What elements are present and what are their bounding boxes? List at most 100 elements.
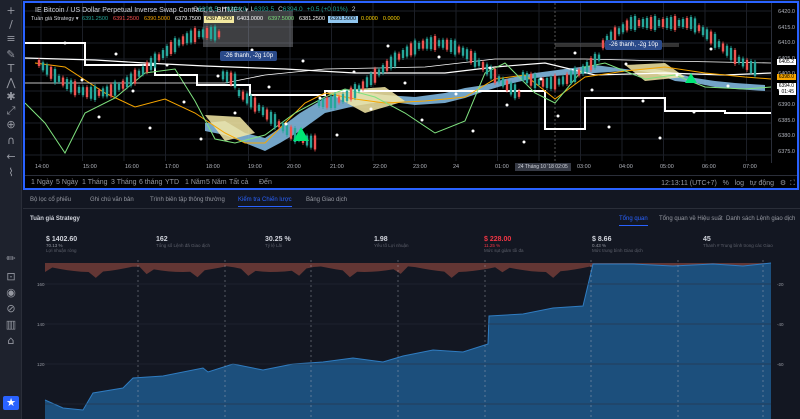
signal-dot [403,81,407,85]
signal-dot [165,63,169,67]
panel-tab[interactable]: Ghi chú văn bản [90,197,134,203]
candle-body [165,45,169,56]
equity-chart[interactable] [23,260,800,419]
candle-body [233,73,237,88]
lock-icon[interactable]: ⊡ [3,270,19,284]
time-tick-label: 04:00 [619,164,633,170]
candle-body [161,50,165,59]
chevron-down-icon[interactable]: ▾ [76,16,79,22]
candle-body [525,73,529,84]
auto-toggle[interactable]: tự động [750,180,774,187]
tree-icon[interactable]: ⌂ [3,334,19,348]
crosshair-icon[interactable]: + [3,4,19,18]
candle-body [365,77,369,88]
drawdown-axis-tick: -20 [777,282,784,287]
trend-line-icon[interactable]: / [3,18,19,32]
candle-body [361,81,365,90]
candle-body [629,17,633,29]
price-chart-canvas[interactable] [25,3,797,188]
measure-icon[interactable]: ⤢ [3,104,19,118]
magnet-icon[interactable]: ∩ [3,134,19,148]
candle-body [377,69,381,76]
candle-body [61,77,65,86]
link-icon[interactable]: ⊘ [3,302,19,316]
pattern-icon[interactable]: ⋀ [3,76,19,90]
candle-body [577,69,581,76]
horizontal-line-icon[interactable]: ≡ [3,32,19,46]
ohlc-value: 6393.5 [198,6,218,13]
range-button[interactable]: Đến [259,179,272,186]
candle-body [229,72,233,85]
candle-body [437,40,441,47]
candle-body [337,96,341,103]
time-tick-label: 15:00 [83,164,97,170]
candle-body [465,49,469,60]
panel-tab[interactable]: Trình biên tập thông thường [150,197,225,203]
report-tab[interactable]: Tổng quan [619,216,648,226]
candle-body [457,46,461,53]
candle-body [681,19,685,27]
equity-axis-tick: 140 [37,322,45,327]
back-icon[interactable]: ← [3,150,19,164]
range-button[interactable]: 3 Tháng [111,179,137,186]
eye-icon[interactable]: ◉ [3,286,19,300]
time-tick-label: 01:00 [495,164,509,170]
prediction-icon[interactable]: ✱ [3,90,19,104]
candle-body [77,86,81,93]
strategy-name[interactable]: Tuần giá Strategy [30,216,80,222]
gear-icon[interactable]: ⚙ [780,180,786,187]
range-button[interactable]: 5 Năm [206,179,227,186]
range-button[interactable]: 6 tháng [139,179,162,186]
candle-body [725,45,729,56]
range-button[interactable]: YTD [165,179,179,186]
range-button[interactable]: 1 Năm [185,179,206,186]
pencil-icon[interactable]: ✏ [3,252,19,266]
signal-dot [335,133,339,137]
signal-dot [590,88,594,92]
report-tab[interactable]: Danh sách Lệnh giao dịch [726,216,795,222]
indicator-count-badge[interactable]: 2 [352,6,356,13]
panel-tab[interactable]: Bảng Giao dịch [306,197,347,203]
ohlc-value: 6393.5 [254,6,275,13]
favorites-icon[interactable]: ★ [3,396,19,410]
candle-body [349,87,353,100]
time-tick-label: 18:00 [206,164,220,170]
price-scale[interactable]: 6420.06415.06410.06405.06400.06395.06390… [771,3,797,163]
range-button[interactable]: 1 Ngày [31,179,53,186]
candle-body [581,65,585,74]
ohlc-value: 6394.0 [282,6,303,13]
fullscreen-icon[interactable]: ⛶ [790,180,795,187]
metric-label: Mức trung bình Giao dịch [592,248,643,253]
brush-icon[interactable]: ✎ [3,48,19,62]
time-axis[interactable]: 24 Tháng 10 '18 02:05 14:00 15:00 16:00 17:… [25,163,775,173]
candle-body [741,58,745,67]
zoom-icon[interactable]: ⊕ [3,118,19,132]
candle-body [737,56,741,63]
candle-body [237,90,241,97]
signal-dot [233,111,237,115]
metric-value: $ 8.66 [592,236,612,243]
candle-body [89,86,93,99]
percent-toggle[interactable]: % [723,180,729,187]
candle-body [585,62,589,73]
panel-tab[interactable]: Kiểm tra Chiến lược [238,197,292,207]
log-toggle[interactable]: log [735,180,744,187]
ruler-icon[interactable]: ⌇ [3,166,19,180]
range-button[interactable]: 1 Tháng [82,179,108,186]
candle-body [385,60,389,71]
candle-body [209,27,213,40]
candle-body [713,33,717,48]
study-name[interactable]: Tuần giá Strategy [31,16,74,22]
report-tab[interactable]: Tổng quan về Hiệu suất [659,216,723,222]
clock[interactable]: 12:13:11 (UTC+7) [661,180,717,187]
candle-body [185,33,189,44]
text-tool-icon[interactable]: T [3,62,19,76]
range-button[interactable]: 5 Ngày [56,179,78,186]
chart-pane[interactable]: IE Bitcoin / US Dollar Perpetual Inverse… [23,1,799,190]
range-button[interactable]: Tất cả [229,179,248,186]
panel-tab[interactable]: Bộ lọc cổ phiếu [30,197,71,203]
candle-body [45,64,49,75]
candle-body [53,68,57,83]
signal-dot [624,62,628,66]
trash-icon[interactable]: ▥ [3,318,19,332]
